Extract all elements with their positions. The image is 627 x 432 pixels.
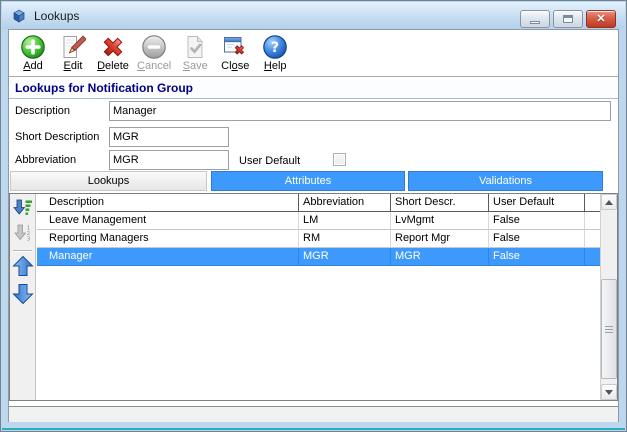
edit-toolbar-label: Edit bbox=[63, 60, 83, 72]
tab-attributes[interactable]: Attributes bbox=[211, 171, 405, 191]
add-toolbar-label: Add bbox=[23, 60, 43, 72]
grid-body: Leave Management LM LvMgmt False Reporting M… bbox=[37, 212, 600, 266]
cell: Manager bbox=[37, 248, 299, 266]
add-toolbar-button[interactable]: Add bbox=[13, 32, 53, 76]
vertical-scrollbar[interactable] bbox=[600, 194, 617, 400]
column-header-abbreviation[interactable]: Abbreviation bbox=[299, 194, 391, 212]
maximize-button[interactable] bbox=[553, 10, 583, 28]
scrollbar-thumb[interactable] bbox=[601, 279, 617, 379]
user-default-checkbox[interactable] bbox=[333, 153, 346, 166]
cell: False bbox=[489, 248, 585, 266]
window-bottom-edge bbox=[2, 428, 625, 430]
cancel-toolbar-button: Cancel bbox=[133, 32, 175, 76]
minimize-icon bbox=[530, 21, 540, 24]
description-label: Description bbox=[15, 105, 71, 117]
client-area: Add Edit Delete Cancel Save Close? Help Lookup… bbox=[8, 29, 619, 422]
help-icon: ? bbox=[262, 33, 288, 60]
scroll-up-icon bbox=[605, 199, 613, 205]
column-header-user-default[interactable]: User Default bbox=[489, 194, 585, 212]
close-icon: ✕ bbox=[596, 12, 606, 25]
cell: LM bbox=[299, 212, 391, 230]
maximize-icon bbox=[563, 15, 573, 23]
side-button-strip: 123 bbox=[10, 194, 36, 400]
abbreviation-label: Abbreviation bbox=[15, 154, 77, 166]
scroll-down-button[interactable] bbox=[601, 384, 617, 400]
column-header-description[interactable]: Description bbox=[37, 194, 299, 212]
move-up-icon bbox=[12, 255, 34, 282]
save-toolbar-button: Save bbox=[175, 32, 215, 76]
edit-toolbar-button[interactable]: Edit bbox=[53, 32, 93, 76]
delete-icon bbox=[100, 33, 126, 60]
cell-filler bbox=[585, 248, 600, 266]
section-title: Lookups for Notification Group bbox=[15, 81, 193, 95]
cell: LvMgmt bbox=[391, 212, 489, 230]
table-row-manager[interactable]: Manager MGR MGR False bbox=[37, 248, 600, 266]
title-bar[interactable]: Lookups ✕ bbox=[2, 2, 625, 29]
cell-filler bbox=[585, 230, 600, 248]
side-strip-separator bbox=[13, 250, 32, 252]
lookups-grid: Description Abbreviation Short Descr. User … bbox=[37, 194, 600, 400]
cancel-icon bbox=[141, 33, 167, 60]
close-window-icon bbox=[222, 33, 248, 60]
close-toolbar-button[interactable]: Close bbox=[215, 32, 255, 76]
sort-numeric-button: 123 bbox=[12, 223, 34, 247]
grid-header: Description Abbreviation Short Descr. User … bbox=[37, 194, 600, 212]
abbreviation-input[interactable] bbox=[109, 150, 229, 170]
delete-toolbar-label: Delete bbox=[97, 60, 129, 72]
scroll-down-icon bbox=[605, 389, 613, 395]
toolbar: Add Edit Delete Cancel Save Close? Help bbox=[9, 30, 618, 77]
cell-filler bbox=[585, 212, 600, 230]
cell: Report Mgr bbox=[391, 230, 489, 248]
edit-icon bbox=[60, 33, 86, 60]
add-icon bbox=[20, 33, 46, 60]
tab-lookups[interactable]: Lookups bbox=[10, 171, 207, 191]
sort-button[interactable] bbox=[12, 198, 34, 222]
short-description-input[interactable] bbox=[109, 127, 229, 147]
app-cube-icon bbox=[11, 8, 27, 24]
user-default-label: User Default bbox=[239, 155, 301, 167]
svg-text:3: 3 bbox=[27, 236, 31, 242]
close-button[interactable]: ✕ bbox=[586, 10, 616, 28]
tab-validations[interactable]: Validations bbox=[408, 171, 603, 191]
cell: Reporting Managers bbox=[37, 230, 299, 248]
window-title: Lookups bbox=[34, 8, 80, 23]
move-down-button[interactable] bbox=[12, 283, 34, 310]
short-description-label: Short Description bbox=[15, 131, 100, 143]
minimize-button[interactable] bbox=[520, 10, 550, 28]
move-down-icon bbox=[12, 283, 34, 310]
scroll-up-button[interactable] bbox=[601, 194, 617, 210]
lookups-window: Lookups ✕ Add Edit Delete Cancel Save Close? H… bbox=[0, 0, 627, 432]
section-header: Lookups for Notification Group bbox=[9, 78, 618, 99]
cell: RM bbox=[299, 230, 391, 248]
table-row-leave-management[interactable]: Leave Management LM LvMgmt False bbox=[37, 212, 600, 230]
scrollbar-grip-icon bbox=[605, 326, 613, 334]
save-icon bbox=[182, 33, 208, 60]
cancel-toolbar-label: Cancel bbox=[137, 60, 172, 72]
help-toolbar-label: Help bbox=[263, 60, 287, 72]
column-header-short-descr[interactable]: Short Descr. bbox=[391, 194, 489, 212]
save-toolbar-label: Save bbox=[182, 60, 208, 72]
sort-numeric-icon: 123 bbox=[13, 223, 33, 248]
cell: MGR bbox=[391, 248, 489, 266]
svg-text:?: ? bbox=[271, 40, 279, 56]
status-strip bbox=[9, 406, 618, 422]
sort-icon bbox=[13, 198, 33, 223]
table-row-reporting-managers[interactable]: Reporting Managers RM Report Mgr False bbox=[37, 230, 600, 248]
delete-toolbar-button[interactable]: Delete bbox=[93, 32, 133, 76]
close-toolbar-label: Close bbox=[221, 60, 250, 72]
help-toolbar-button[interactable]: ? Help bbox=[255, 32, 295, 76]
move-up-button[interactable] bbox=[12, 255, 34, 282]
lookups-panel: 123 Description Abbreviation Short Descr. U… bbox=[9, 193, 618, 401]
column-header-filler bbox=[585, 194, 600, 212]
description-input[interactable] bbox=[109, 101, 611, 121]
cell: Leave Management bbox=[37, 212, 299, 230]
cell: MGR bbox=[299, 248, 391, 266]
cell: False bbox=[489, 230, 585, 248]
cell: False bbox=[489, 212, 585, 230]
